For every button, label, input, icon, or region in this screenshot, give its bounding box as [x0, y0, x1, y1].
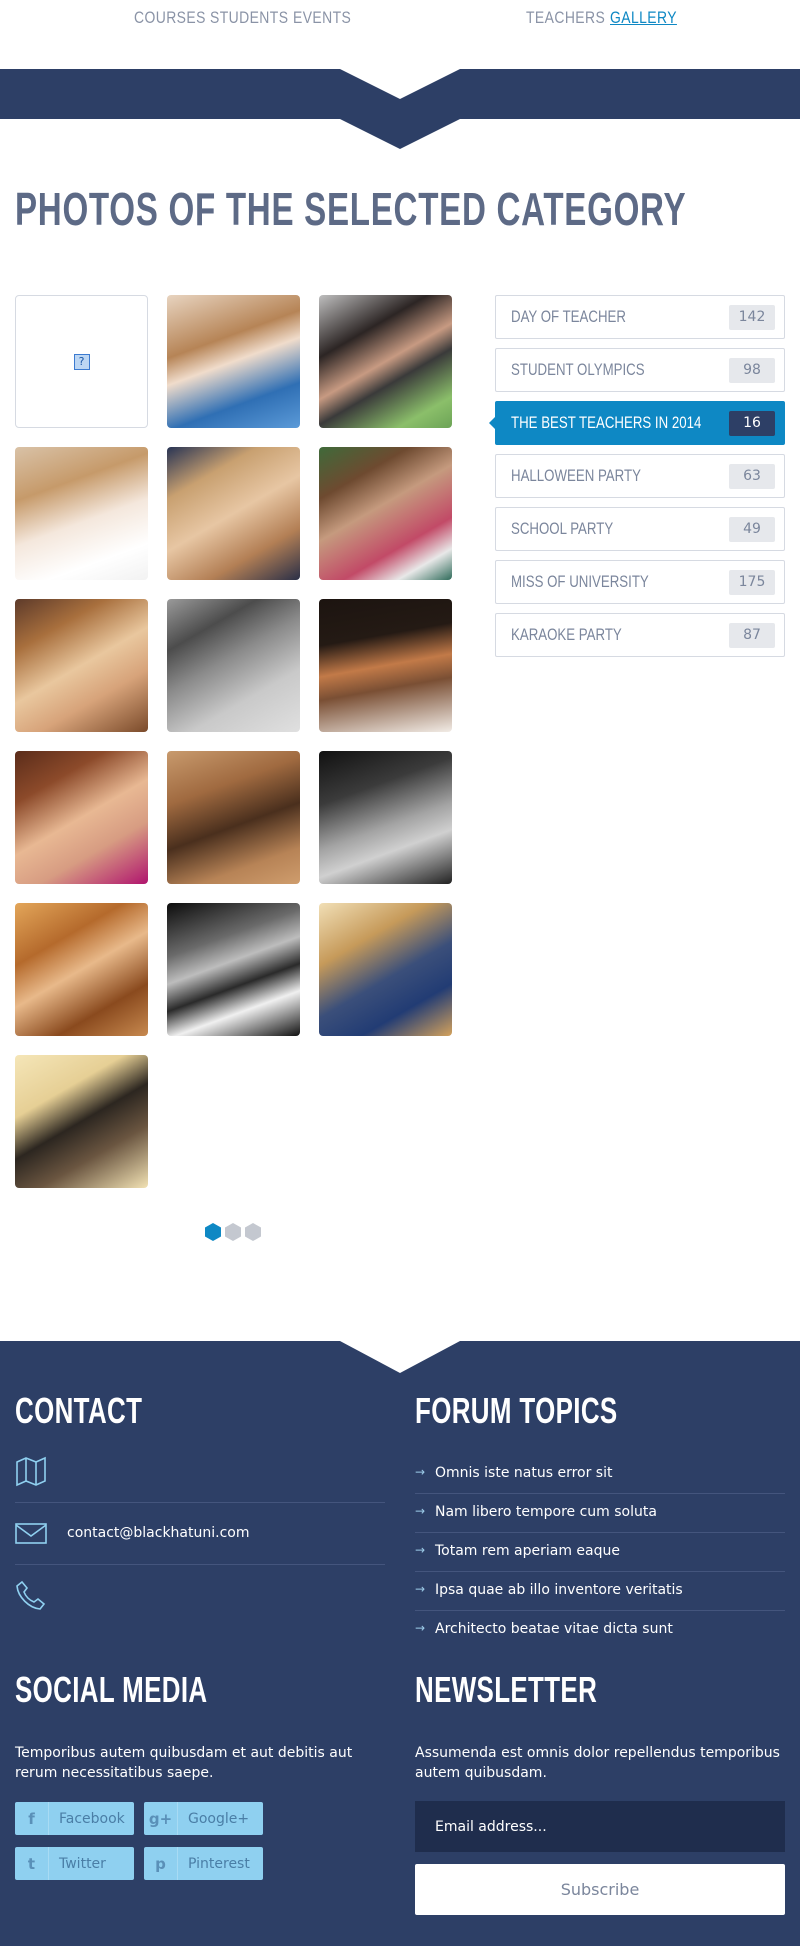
top-nav: COURSES STUDENTS EVENTS TEACHERS GALLERY: [0, 0, 800, 69]
category-count: 16: [729, 411, 775, 436]
broken-image-icon: ?: [73, 353, 90, 370]
pinterest-button[interactable]: p Pinterest: [144, 1847, 263, 1880]
newsletter-description: Assumenda est omnis dolor repellendus te…: [415, 1745, 780, 1781]
gallery-photo[interactable]: [167, 599, 300, 732]
facebook-button[interactable]: f Facebook: [15, 1802, 134, 1835]
category-item[interactable]: SCHOOL PARTY 49: [495, 507, 785, 551]
subscribe-button[interactable]: Subscribe: [415, 1864, 785, 1915]
facebook-icon: f: [15, 1802, 49, 1835]
gallery-photo[interactable]: [167, 751, 300, 884]
category-count: 63: [729, 464, 775, 489]
category-count: 87: [729, 623, 775, 648]
gallery-photo[interactable]: [167, 903, 300, 1036]
category-count: 175: [729, 570, 775, 595]
mail-icon: [15, 1523, 47, 1544]
arrow-right-icon: →: [415, 1621, 426, 1635]
category-item-active[interactable]: THE BEST TEACHERS IN 2014 16: [489, 401, 785, 445]
pinterest-label: Pinterest: [188, 1855, 250, 1872]
twitter-label: Twitter: [59, 1855, 106, 1872]
category-item[interactable]: MISS OF UNIVERSITY 175: [495, 560, 785, 604]
twitter-icon: t: [15, 1847, 49, 1880]
social-description: Temporibus autem quibusdam et aut debiti…: [15, 1745, 353, 1781]
forum-topic[interactable]: → Totam rem aperiam eaque: [415, 1533, 785, 1572]
gallery-photo-placeholder[interactable]: ?: [15, 295, 148, 428]
category-label: KARAOKE PARTY: [511, 625, 622, 644]
newsletter-title: NEWSLETTER: [415, 1669, 598, 1710]
gallery-photo[interactable]: [15, 903, 148, 1036]
forum-topic-label: Omnis iste natus error sit: [435, 1465, 613, 1481]
google-plus-icon: g+: [144, 1802, 178, 1835]
forum-topic[interactable]: → Ipsa quae ab illo inventore veritatis: [415, 1572, 785, 1611]
pinterest-icon: p: [144, 1847, 178, 1880]
page-dot-1[interactable]: [205, 1223, 221, 1241]
category-item[interactable]: KARAOKE PARTY 87: [495, 613, 785, 657]
category-count: 49: [729, 517, 775, 542]
nav-gallery[interactable]: GALLERY: [610, 8, 677, 28]
header-band-point: [340, 119, 460, 149]
newsletter-email-input[interactable]: [415, 1801, 785, 1852]
page-dot-3[interactable]: [245, 1223, 261, 1241]
gallery-photo[interactable]: [319, 751, 452, 884]
nav-teachers[interactable]: TEACHERS: [526, 8, 605, 28]
nav-courses[interactable]: COURSES: [134, 8, 206, 28]
contact-phone-row: [15, 1565, 385, 1627]
nav-events[interactable]: EVENTS: [293, 8, 351, 28]
category-label: THE BEST TEACHERS IN 2014: [511, 413, 702, 432]
gallery-pagination: [205, 1223, 261, 1241]
page-title: PHOTOS OF THE SELECTED CATEGORY: [15, 183, 687, 235]
facebook-label: Facebook: [59, 1810, 125, 1827]
gallery-photo[interactable]: [319, 295, 452, 428]
nav-students[interactable]: STUDENTS: [210, 8, 288, 28]
category-list: DAY OF TEACHER 142 STUDENT OLYMPICS 98 T…: [489, 295, 785, 666]
forum-topic[interactable]: → Architecto beatae vitae dicta sunt: [415, 1611, 785, 1650]
category-label: MISS OF UNIVERSITY: [511, 572, 649, 591]
header-band-notch: [340, 69, 460, 99]
gallery-photo[interactable]: [319, 599, 452, 732]
page-dot-2[interactable]: [225, 1223, 241, 1241]
gallery-photo[interactable]: [15, 1055, 148, 1188]
contact-title: CONTACT: [15, 1390, 143, 1431]
social-title: SOCIAL MEDIA: [15, 1669, 208, 1710]
forum-topic[interactable]: → Omnis iste natus error sit: [415, 1455, 785, 1494]
google-plus-label: Google+: [188, 1810, 250, 1827]
gallery-photo[interactable]: [319, 903, 452, 1036]
category-item[interactable]: STUDENT OLYMPICS 98: [495, 348, 785, 392]
category-label: STUDENT OLYMPICS: [511, 360, 645, 379]
forum-topic-label: Totam rem aperiam eaque: [435, 1543, 621, 1559]
forum-topic[interactable]: → Nam libero tempore cum soluta: [415, 1494, 785, 1533]
footer-notch: [340, 1341, 460, 1373]
gallery-photo[interactable]: [15, 447, 148, 580]
gallery-photo[interactable]: [15, 751, 148, 884]
arrow-right-icon: →: [415, 1582, 426, 1596]
forum-title: FORUM TOPICS: [415, 1390, 618, 1431]
gallery-photo[interactable]: [15, 599, 148, 732]
category-label: HALLOWEEN PARTY: [511, 466, 641, 485]
arrow-right-icon: →: [415, 1543, 426, 1557]
category-label: SCHOOL PARTY: [511, 519, 614, 538]
gallery-photo[interactable]: [167, 295, 300, 428]
forum-topic-label: Nam libero tempore cum soluta: [435, 1504, 657, 1520]
category-item[interactable]: DAY OF TEACHER 142: [495, 295, 785, 339]
forum-topic-label: Ipsa quae ab illo inventore veritatis: [435, 1582, 683, 1598]
forum-topic-label: Architecto beatae vitae dicta sunt: [435, 1621, 673, 1637]
map-icon: [16, 1456, 46, 1487]
gallery-photo[interactable]: [319, 447, 452, 580]
category-count: 98: [729, 358, 775, 383]
contact-email-row: contact@blackhatuni.com: [15, 1503, 385, 1565]
category-label: DAY OF TEACHER: [511, 307, 626, 326]
category-item[interactable]: HALLOWEEN PARTY 63: [495, 454, 785, 498]
google-plus-button[interactable]: g+ Google+: [144, 1802, 263, 1835]
arrow-right-icon: →: [415, 1504, 426, 1518]
category-count: 142: [729, 305, 775, 330]
contact-email[interactable]: contact@blackhatuni.com: [67, 1525, 249, 1541]
contact-address-row: [15, 1441, 385, 1503]
twitter-button[interactable]: t Twitter: [15, 1847, 134, 1880]
gallery-photo[interactable]: [167, 447, 300, 580]
phone-icon: [16, 1580, 46, 1610]
arrow-right-icon: →: [415, 1465, 426, 1479]
